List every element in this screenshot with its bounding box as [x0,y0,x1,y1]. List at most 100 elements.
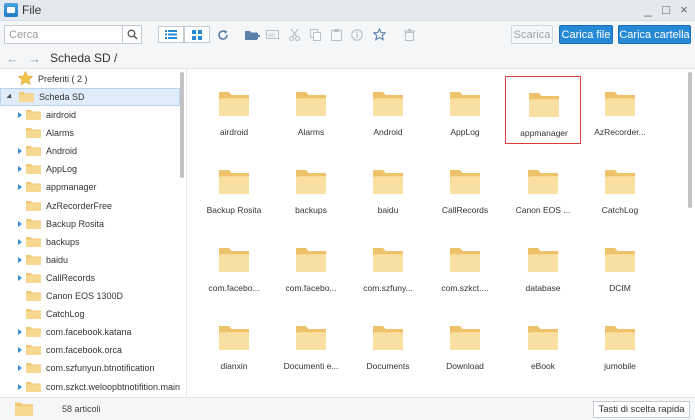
list-icon [165,30,177,39]
tree-item-label: com.szkct.weloopbtnotifition.main [46,381,181,392]
rename-button[interactable]: ab [265,26,279,43]
trash-icon [403,28,415,41]
expand-icon[interactable] [16,238,24,246]
refresh-button[interactable] [216,26,230,43]
search-input[interactable] [4,25,122,44]
minimize-icon[interactable]: _ [643,2,653,17]
folder-tile[interactable]: Documents [350,310,426,378]
path-bar: ← → Scheda SD / [0,48,695,69]
folder-tile[interactable]: Android [350,76,426,144]
folder-tile[interactable]: dianxin [196,310,272,378]
folder-tile[interactable]: com.szkct.... [427,232,503,300]
tree-item[interactable]: appmanager [0,178,180,196]
grid-view-button[interactable] [184,26,210,43]
folder-tile[interactable]: Canon EOS ... [505,154,581,222]
tree-item[interactable]: com.szfunyun.btnotification [0,359,180,377]
info-button[interactable] [351,26,363,43]
folder-tile[interactable]: Alarms [273,76,349,144]
folder-tile[interactable]: backups [273,154,349,222]
svg-text:ab: ab [268,33,275,39]
tree-item[interactable]: com.facebook.orca [0,341,180,359]
search-button[interactable] [122,25,142,44]
folder-tile[interactable]: DCIM [582,232,658,300]
expand-icon[interactable] [16,328,24,336]
sidebar-scrollbar[interactable] [180,72,184,178]
tree-item-label: backups [46,236,80,247]
folder-tile-label: DCIM [609,283,631,293]
paste-button[interactable] [330,26,342,43]
expand-icon[interactable] [16,147,24,155]
upload-folder-button[interactable]: Carica cartella [618,25,691,44]
folder-icon [26,236,41,247]
close-icon[interactable]: × [679,2,689,17]
folder-tile[interactable]: CallRecords [427,154,503,222]
delete-button[interactable] [403,26,415,43]
favorite-button[interactable] [372,26,386,43]
copy-icon [309,28,321,41]
tree-item[interactable]: Android [0,142,180,160]
folder-tile[interactable]: Documenti e... [273,310,349,378]
expand-icon[interactable] [16,220,24,228]
expand-icon[interactable] [16,346,24,354]
folder-tile[interactable]: CatchLog [582,154,658,222]
folder-tile[interactable]: jumobile [582,310,658,378]
toolbar: ab [0,21,695,48]
folder-tile[interactable]: com.szfuny... [350,232,426,300]
folder-tile[interactable]: Download [427,310,503,378]
expand-icon[interactable] [16,274,24,282]
copy-button[interactable] [309,26,321,43]
folder-tile[interactable]: com.facebo... [273,232,349,300]
tree-root-scheda-sd[interactable]: Scheda SD [0,88,180,106]
upload-file-button[interactable]: Carica file [559,25,613,44]
tree-item[interactable]: AppLog [0,160,180,178]
folder-tile[interactable]: AzRecorder... [582,76,658,144]
folder-icon [19,92,34,102]
tree-item[interactable]: CatchLog [0,305,180,323]
tree-item[interactable]: Backup Rosita [0,215,180,233]
folder-tile[interactable]: AppLog [427,76,503,144]
tree-item-label: AppLog [46,164,78,175]
folder-tile[interactable]: database [505,232,581,300]
tree-item-label: CatchLog [46,309,85,320]
star-icon [18,71,33,86]
folder-tile[interactable]: baidu [350,154,426,222]
tree-item[interactable]: AzRecorderFree [0,197,180,215]
folder-tile[interactable]: Backup Rosita [196,154,272,222]
folder-icon [26,327,41,338]
forward-arrow-icon[interactable]: → [28,51,41,66]
folder-tile[interactable]: eBook [505,310,581,378]
tree-item[interactable]: baidu [0,251,180,269]
tree-item[interactable]: com.szkct.weloopbtnotifition.main [0,378,180,396]
tree-item[interactable]: Canon EOS 1300D [0,287,180,305]
tree-item-label: appmanager [46,182,97,193]
expand-icon[interactable] [6,93,14,101]
list-view-button[interactable] [158,26,184,43]
tree-item[interactable]: com.facebook.katana [0,323,180,341]
maximize-icon[interactable]: □ [661,2,671,17]
folder-tile[interactable]: appmanager [505,76,581,144]
folder-tile[interactable]: com.facebo... [196,232,272,300]
tree-item[interactable]: backups [0,233,180,251]
breadcrumb[interactable]: Scheda SD / [50,51,117,65]
expand-icon[interactable] [16,364,24,372]
tree-item[interactable]: Alarms [0,124,180,142]
favorites-item[interactable]: Preferiti ( 2 ) [0,70,180,88]
new-folder-icon [244,30,260,40]
new-folder-button[interactable] [244,26,260,43]
expand-icon[interactable] [16,111,24,119]
tree-item[interactable]: CallRecords [0,269,180,287]
tree-item[interactable]: airdroid [0,106,180,124]
shortcuts-button[interactable]: Tasti di scelta rapida [593,401,690,418]
expand-icon[interactable] [16,165,24,173]
view-toggle [158,26,210,43]
grid-scrollbar[interactable] [688,72,692,208]
expand-icon[interactable] [16,383,24,391]
folder-icon [450,248,480,272]
cut-button[interactable] [288,26,300,43]
download-button[interactable]: Scarica [511,25,553,44]
folder-tile[interactable]: airdroid [196,76,272,144]
back-arrow-icon[interactable]: ← [6,51,19,66]
favorites-label: Preferiti ( 2 ) [38,74,88,84]
expand-icon[interactable] [16,256,24,264]
expand-icon[interactable] [16,183,24,191]
